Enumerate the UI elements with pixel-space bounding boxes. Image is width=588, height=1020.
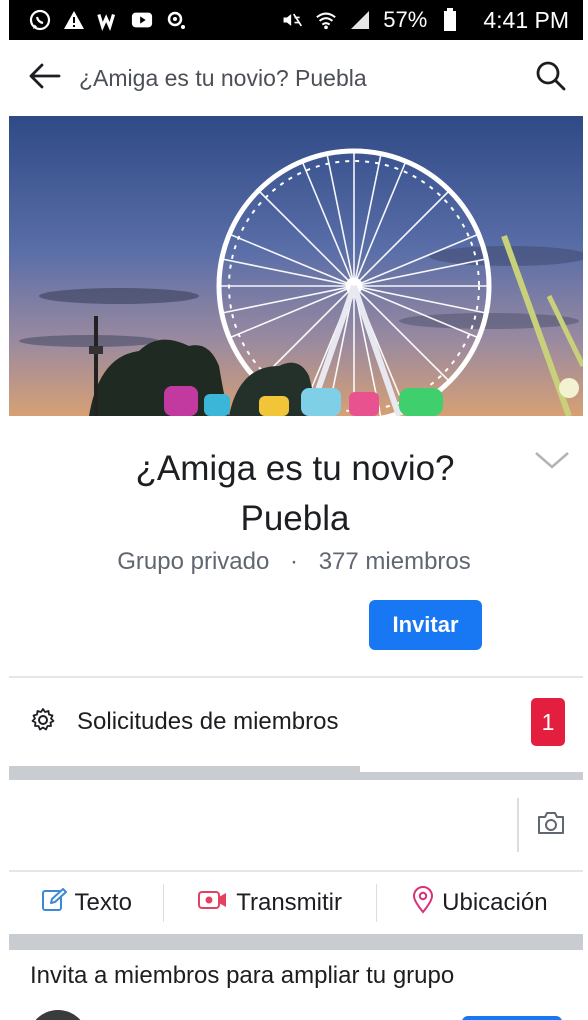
wifi-icon: [315, 9, 337, 31]
location-button[interactable]: Ubicación: [377, 872, 583, 934]
battery-percent: 57%: [383, 7, 428, 32]
app-bar-title: ¿Amiga es tu novio? Puebla: [79, 64, 367, 91]
live-video-button[interactable]: Transmitir: [164, 872, 375, 934]
battery-icon: [439, 8, 461, 31]
gear-icon-wrap: [9, 707, 77, 738]
clock: 4:41 PM: [483, 6, 569, 33]
status-bar: 57% 4:41 PM: [9, 0, 583, 40]
requests-count-badge: 1: [531, 698, 565, 746]
wattpad-icon: [97, 9, 119, 31]
app-bar: ¿Amiga es tu novio? Puebla: [9, 40, 583, 116]
search-button[interactable]: [519, 40, 583, 116]
camera-notification-icon: [165, 9, 187, 31]
status-bar-right: 57% 4:41 PM: [281, 7, 569, 34]
camera-icon: [536, 810, 566, 841]
chevron-down-icon: [534, 450, 570, 475]
section-divider: [9, 934, 583, 950]
gear-icon: [30, 707, 56, 738]
member-requests-row[interactable]: Solicitudes de miembros 1: [9, 678, 583, 766]
member-requests-label: Solicitudes de miembros: [77, 708, 339, 735]
invite-suggestion-button[interactable]: [462, 1016, 562, 1020]
whatsapp-icon: [29, 9, 51, 31]
edit-icon: [41, 887, 67, 920]
cover-photo[interactable]: [9, 116, 583, 416]
location-label: Ubicación: [442, 889, 548, 916]
section-divider-notch: [360, 766, 583, 772]
location-pin-icon: [412, 885, 434, 921]
text-post-label: Texto: [74, 889, 132, 916]
invite-members-heading: Invita a miembros para ampliar tu grupo: [30, 962, 455, 989]
collapse-button[interactable]: [530, 444, 574, 480]
status-bar-left: [29, 9, 187, 31]
back-button[interactable]: [9, 40, 79, 116]
avatar[interactable]: [28, 1010, 88, 1020]
post-composer: [9, 780, 583, 870]
signal-icon: [349, 9, 371, 31]
warning-icon: [63, 9, 85, 31]
camera-button[interactable]: [519, 780, 583, 870]
group-meta: Grupo privado · 377 miembros: [0, 548, 588, 576]
composer-actions: Texto Transmitir Ubicación: [9, 872, 583, 934]
live-video-label: Transmitir: [236, 889, 342, 916]
youtube-icon: [131, 9, 153, 31]
group-privacy: Grupo privado: [117, 548, 270, 575]
group-title: ¿Amiga es tu novio? Puebla: [135, 449, 455, 538]
meta-separator: ·: [290, 548, 299, 575]
text-post-button[interactable]: Texto: [9, 872, 163, 934]
composer-input[interactable]: [9, 780, 517, 870]
live-video-icon: [198, 889, 228, 918]
search-icon: [535, 60, 567, 97]
arrow-left-icon: [27, 62, 61, 95]
mute-icon: [281, 9, 303, 31]
group-member-count[interactable]: 377 miembros: [319, 548, 471, 575]
invite-button[interactable]: Invitar: [369, 600, 482, 650]
